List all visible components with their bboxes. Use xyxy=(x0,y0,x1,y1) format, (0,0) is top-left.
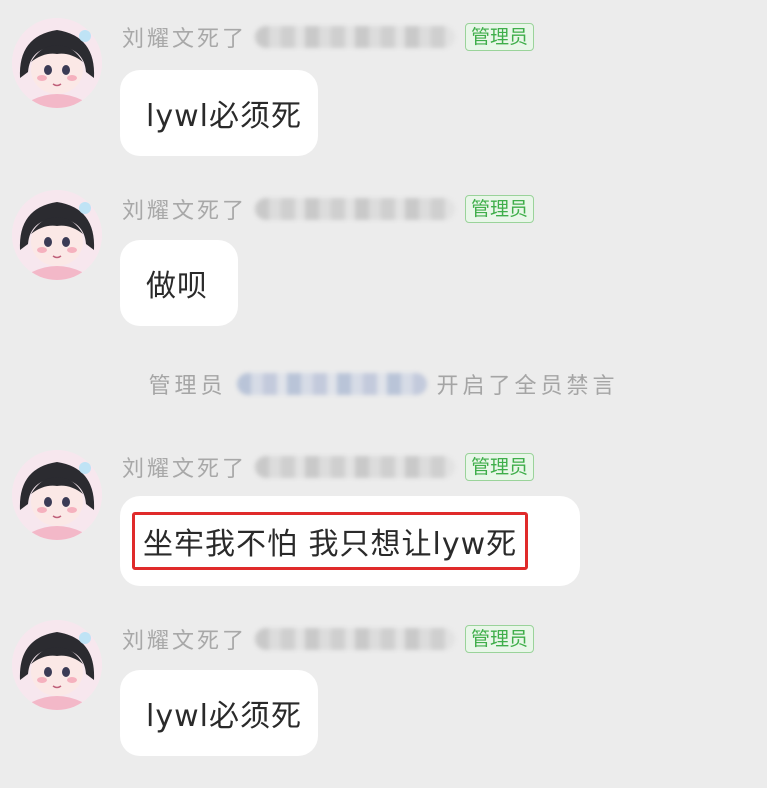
sender-row: 刘耀文死了 管理员 xyxy=(122,21,535,53)
sender-name[interactable]: 刘耀文死了 xyxy=(122,451,247,483)
sender-row: 刘耀文死了 管理员 xyxy=(122,451,535,483)
admin-badge: 管理员 xyxy=(465,625,535,653)
message-text: lywl必须死 xyxy=(146,99,302,134)
anime-girl-avatar-icon xyxy=(12,18,102,108)
highlighted-message-text: 坐牢我不怕 我只想让lyw死 xyxy=(132,512,529,570)
sender-name[interactable]: 刘耀文死了 xyxy=(122,623,247,655)
system-notice: 管理员 开启了全员禁言 xyxy=(0,368,767,400)
sender-row: 刘耀文死了 管理员 xyxy=(122,623,535,655)
avatar[interactable] xyxy=(12,620,102,710)
message-bubble[interactable]: 坐牢我不怕 我只想让lyw死 xyxy=(120,496,580,586)
message-bubble[interactable]: lywl必须死 xyxy=(120,670,318,756)
sender-name[interactable]: 刘耀文死了 xyxy=(122,21,247,53)
avatar[interactable] xyxy=(12,190,102,280)
system-notice-suffix: 开启了全员禁言 xyxy=(436,374,619,399)
sender-name[interactable]: 刘耀文死了 xyxy=(122,193,247,225)
blurred-username xyxy=(255,26,456,48)
sender-row: 刘耀文死了 管理员 xyxy=(122,193,535,225)
blurred-username xyxy=(255,628,456,650)
admin-badge: 管理员 xyxy=(465,23,535,51)
message-text: 做呗 xyxy=(146,269,208,304)
anime-girl-avatar-icon xyxy=(12,450,102,540)
avatar[interactable] xyxy=(12,450,102,540)
blurred-username xyxy=(255,198,456,220)
anime-girl-avatar-icon xyxy=(12,620,102,710)
system-notice-prefix: 管理员 xyxy=(148,374,227,399)
avatar[interactable] xyxy=(12,18,102,108)
message-bubble[interactable]: lywl必须死 xyxy=(120,70,318,156)
admin-badge: 管理员 xyxy=(465,195,535,223)
message-text: lywl必须死 xyxy=(146,699,302,734)
message-bubble[interactable]: 做呗 xyxy=(120,240,238,326)
anime-girl-avatar-icon xyxy=(12,190,102,280)
admin-badge: 管理员 xyxy=(465,453,535,481)
blurred-username xyxy=(236,373,427,395)
blurred-username xyxy=(255,456,456,478)
